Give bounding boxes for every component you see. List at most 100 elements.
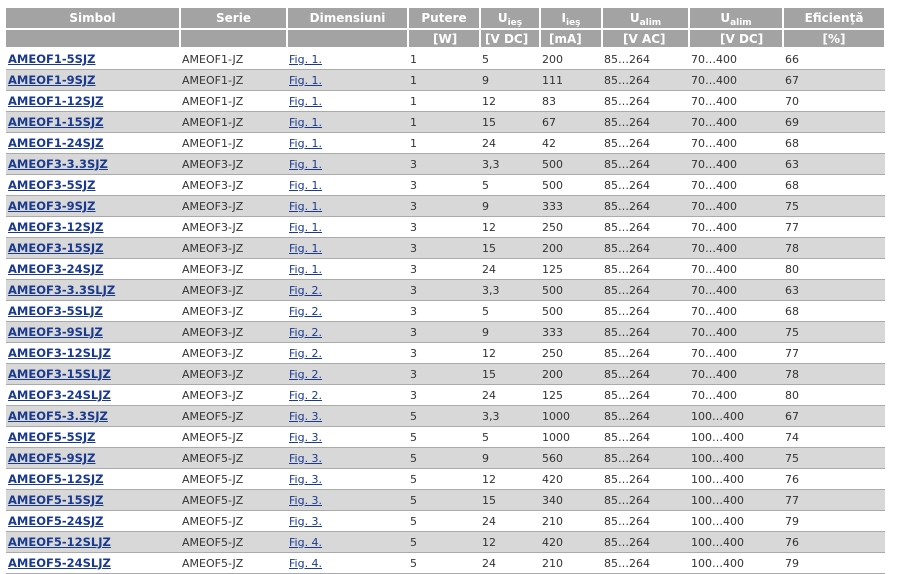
cell-serie: AMEOF3-JZ (180, 342, 287, 364)
simbol-link[interactable]: AMEOF1-9SJZ (8, 73, 96, 87)
cell-eficienta: 76 (783, 531, 885, 553)
simbol-link[interactable]: AMEOF3-3.3SJZ (8, 157, 108, 171)
col-header-ualim-dc-sub: alim (730, 18, 752, 28)
cell-dimensiuni: Fig. 1. (287, 90, 408, 112)
simbol-link[interactable]: AMEOF3-24SJZ (8, 262, 104, 276)
simbol-link[interactable]: AMEOF1-12SJZ (8, 94, 104, 108)
dimensiuni-link[interactable]: Fig. 3. (289, 431, 322, 444)
simbol-link[interactable]: AMEOF1-15SJZ (8, 115, 104, 129)
cell-putere: 5 (408, 489, 480, 511)
dimensiuni-link[interactable]: Fig. 1. (289, 95, 322, 108)
cell-ualim-ac: 85…264 (602, 510, 689, 532)
simbol-link[interactable]: AMEOF3-24SLJZ (8, 388, 111, 402)
dimensiuni-link[interactable]: Fig. 2. (289, 368, 322, 381)
cell-dimensiuni: Fig. 1. (287, 153, 408, 175)
cell-ualim-ac: 85…264 (602, 132, 689, 154)
dimensiuni-link[interactable]: Fig. 3. (289, 494, 322, 507)
cell-putere: 5 (408, 447, 480, 469)
simbol-link[interactable]: AMEOF5-15SJZ (8, 493, 104, 507)
cell-iies: 250 (540, 216, 602, 238)
dimensiuni-link[interactable]: Fig. 3. (289, 410, 322, 423)
simbol-link[interactable]: AMEOF5-9SJZ (8, 451, 96, 465)
cell-simbol: AMEOF3-12SJZ (6, 216, 180, 238)
cell-eficienta: 77 (783, 489, 885, 511)
cell-dimensiuni: Fig. 3. (287, 426, 408, 448)
cell-dimensiuni: Fig. 1. (287, 258, 408, 280)
simbol-link[interactable]: AMEOF3-15SJZ (8, 241, 104, 255)
dimensiuni-link[interactable]: Fig. 3. (289, 473, 322, 486)
simbol-link[interactable]: AMEOF5-12SLJZ (8, 535, 111, 549)
dimensiuni-link[interactable]: Fig. 2. (289, 284, 322, 297)
cell-dimensiuni: Fig. 2. (287, 342, 408, 364)
dimensiuni-link[interactable]: Fig. 3. (289, 452, 322, 465)
cell-ualim-ac: 85…264 (602, 405, 689, 427)
dimensiuni-link[interactable]: Fig. 4. (289, 557, 322, 570)
cell-iies: 42 (540, 132, 602, 154)
dimensiuni-link[interactable]: Fig. 3. (289, 515, 322, 528)
cell-putere: 5 (408, 405, 480, 427)
simbol-link[interactable]: AMEOF5-12SJZ (8, 472, 104, 486)
cell-ualim-ac: 85…264 (602, 300, 689, 322)
simbol-link[interactable]: AMEOF3-5SLJZ (8, 304, 103, 318)
cell-ualim-dc: 70…400 (689, 69, 783, 91)
table-row: AMEOF3-5SLJZ AMEOF3-JZ Fig. 2. 3 5 500 85…264 7… (6, 300, 885, 322)
table-row: AMEOF1-15SJZ AMEOF1-JZ Fig. 1. 1 15 67 85…264 7… (6, 111, 885, 133)
cell-serie: AMEOF1-JZ (180, 132, 287, 154)
cell-putere: 1 (408, 69, 480, 91)
dimensiuni-link[interactable]: Fig. 1. (289, 200, 322, 213)
cell-dimensiuni: Fig. 1. (287, 69, 408, 91)
cell-uies: 5 (480, 48, 540, 70)
simbol-link[interactable]: AMEOF3-9SLJZ (8, 325, 103, 339)
simbol-link[interactable]: AMEOF5-5SJZ (8, 430, 96, 444)
simbol-link[interactable]: AMEOF3-15SLJZ (8, 367, 111, 381)
simbol-link[interactable]: AMEOF5-24SLJZ (8, 556, 111, 570)
table-row: AMEOF5-9SJZ AMEOF5-JZ Fig. 3. 5 9 560 85…264 10… (6, 447, 885, 469)
cell-simbol: AMEOF1-5SJZ (6, 48, 180, 70)
cell-putere: 3 (408, 174, 480, 196)
dimensiuni-link[interactable]: Fig. 1. (289, 221, 322, 234)
cell-ualim-dc: 70…400 (689, 279, 783, 301)
cell-iies: 200 (540, 237, 602, 259)
cell-simbol: AMEOF3-9SLJZ (6, 321, 180, 343)
dimensiuni-link[interactable]: Fig. 1. (289, 53, 322, 66)
simbol-link[interactable]: AMEOF3-12SLJZ (8, 346, 111, 360)
table-row: AMEOF3-24SLJZ AMEOF3-JZ Fig. 2. 3 24 125 85…26… (6, 384, 885, 406)
dimensiuni-link[interactable]: Fig. 1. (289, 179, 322, 192)
dimensiuni-link[interactable]: Fig. 1. (289, 242, 322, 255)
simbol-link[interactable]: AMEOF5-3.3SJZ (8, 409, 108, 423)
dimensiuni-link[interactable]: Fig. 2. (289, 305, 322, 318)
dimensiuni-link[interactable]: Fig. 1. (289, 116, 322, 129)
cell-putere: 3 (408, 237, 480, 259)
dimensiuni-link[interactable]: Fig. 1. (289, 263, 322, 276)
dimensiuni-link[interactable]: Fig. 2. (289, 389, 322, 402)
table-row: AMEOF5-12SJZ AMEOF5-JZ Fig. 3. 5 12 420 85…264… (6, 468, 885, 490)
table-row: AMEOF5-24SLJZ AMEOF5-JZ Fig. 4. 5 24 210 85…26… (6, 552, 885, 574)
cell-eficienta: 66 (783, 48, 885, 70)
cell-putere: 3 (408, 258, 480, 280)
simbol-link[interactable]: AMEOF3-3.3SLJZ (8, 283, 115, 297)
simbol-link[interactable]: AMEOF1-5SJZ (8, 52, 96, 66)
cell-ualim-ac: 85…264 (602, 468, 689, 490)
simbol-link[interactable]: AMEOF1-24SJZ (8, 136, 104, 150)
dimensiuni-link[interactable]: Fig. 4. (289, 536, 322, 549)
cell-serie: AMEOF1-JZ (180, 111, 287, 133)
cell-simbol: AMEOF3-24SLJZ (6, 384, 180, 406)
simbol-link[interactable]: AMEOF3-5SJZ (8, 178, 96, 192)
dimensiuni-link[interactable]: Fig. 1. (289, 137, 322, 150)
dimensiuni-link[interactable]: Fig. 2. (289, 326, 322, 339)
col-header-iies-sub: ieş (565, 18, 581, 28)
dimensiuni-link[interactable]: Fig. 1. (289, 74, 322, 87)
simbol-link[interactable]: AMEOF3-12SJZ (8, 220, 104, 234)
cell-uies: 9 (480, 447, 540, 469)
cell-dimensiuni: Fig. 2. (287, 321, 408, 343)
dimensiuni-link[interactable]: Fig. 2. (289, 347, 322, 360)
cell-ualim-dc: 70…400 (689, 132, 783, 154)
cell-ualim-dc: 100…400 (689, 531, 783, 553)
cell-ualim-ac: 85…264 (602, 90, 689, 112)
dimensiuni-link[interactable]: Fig. 1. (289, 158, 322, 171)
table-row: AMEOF1-5SJZ AMEOF1-JZ Fig. 1. 1 5 200 85…264 70… (6, 48, 885, 70)
table-row: AMEOF3-12SLJZ AMEOF3-JZ Fig. 2. 3 12 250 85…26… (6, 342, 885, 364)
simbol-link[interactable]: AMEOF5-24SJZ (8, 514, 104, 528)
simbol-link[interactable]: AMEOF3-9SJZ (8, 199, 96, 213)
cell-ualim-dc: 70…400 (689, 111, 783, 133)
